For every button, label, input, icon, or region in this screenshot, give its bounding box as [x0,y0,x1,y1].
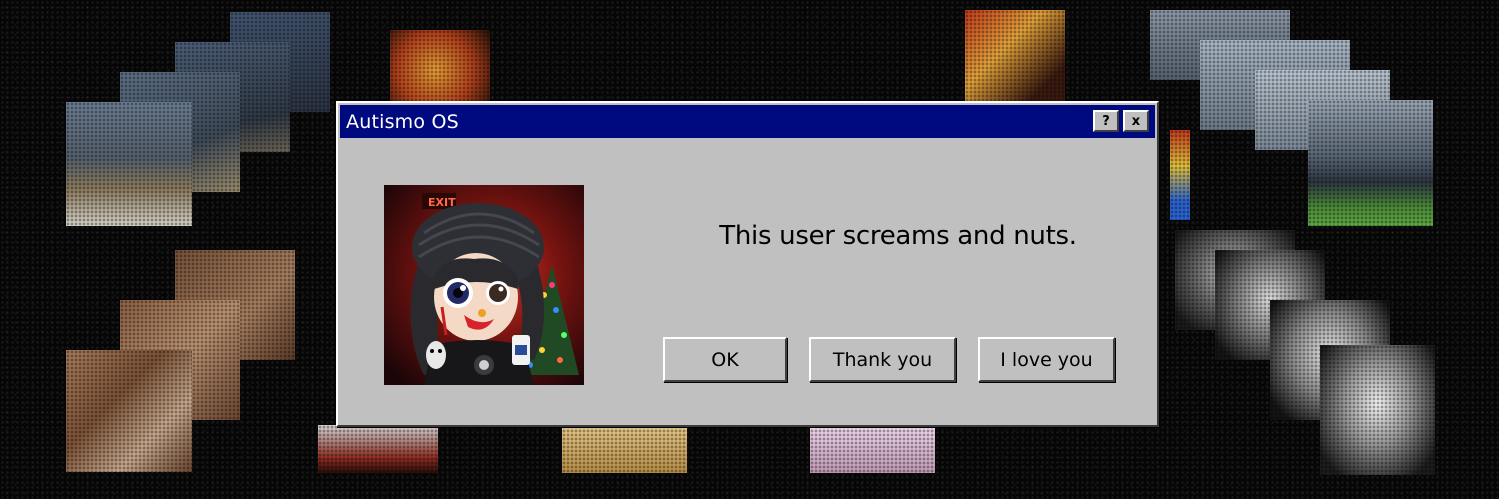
love-you-button[interactable]: I love you [978,337,1115,382]
help-button[interactable]: ? [1093,110,1119,132]
close-button[interactable]: x [1123,110,1149,132]
avatar-image: EXIT [384,185,584,385]
thank-you-button[interactable]: Thank you [809,337,956,382]
collage-tile-lights [1170,130,1190,220]
window-title: Autismo OS [346,110,459,133]
title-bar-buttons: ? x [1093,110,1149,132]
collage-tile-trees [66,102,192,226]
collage-tile-child [1320,345,1435,475]
dialog-message: This user screams and nuts. [719,221,1077,251]
ok-button[interactable]: OK [663,337,787,382]
avatar-illustration: EXIT [384,185,584,385]
collage-tile-sign [318,425,438,473]
collage-tile-car [1308,100,1433,226]
collage-tile-pattern [810,425,935,473]
title-bar[interactable]: Autismo OS ? x [340,105,1155,138]
message-dialog: Autismo OS ? x EXIT This user screams an… [336,101,1159,427]
collage-tile-pattern [562,425,687,473]
collage-tile-textured [66,350,192,472]
collage-tile-lights [965,10,1065,105]
